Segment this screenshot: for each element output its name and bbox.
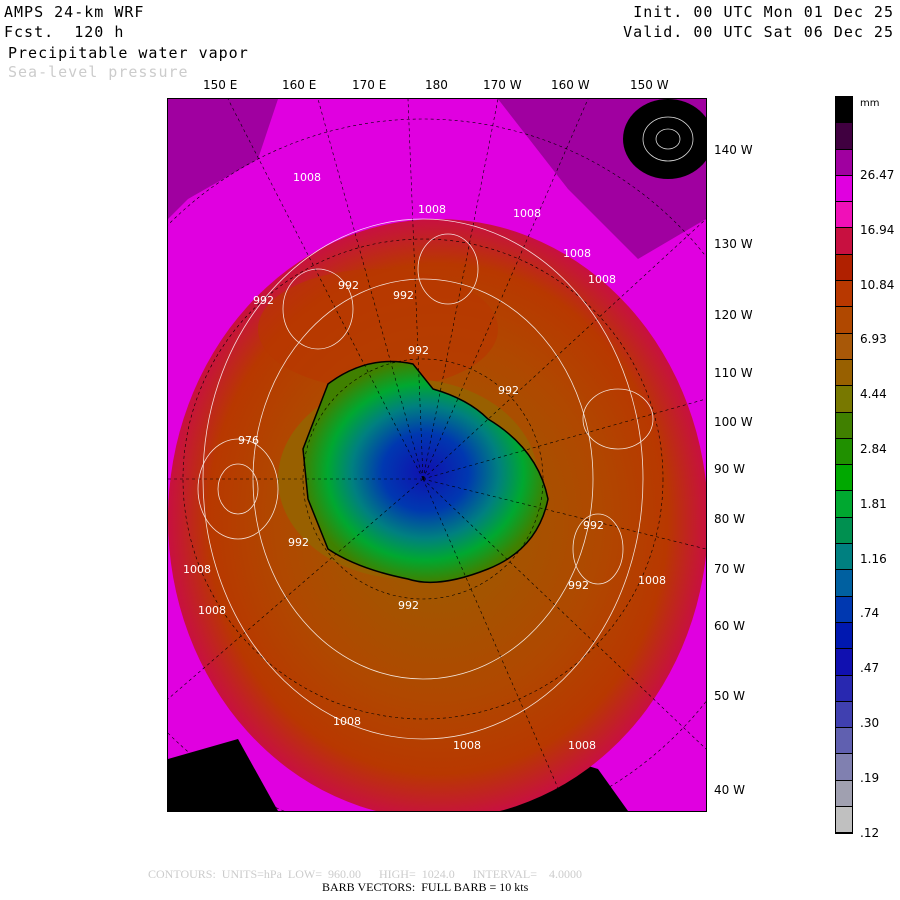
model-title: AMPS 24-km WRF	[4, 3, 145, 21]
isobar-label: 1008	[418, 203, 446, 216]
colorbar-swatch	[836, 412, 852, 439]
colorbar-label: .30	[860, 716, 880, 730]
colorbar-label: 16.94	[860, 222, 895, 237]
colorbar-label: .74	[860, 606, 880, 621]
longitude-label: 80 W	[714, 512, 745, 526]
colorbar-swatch	[836, 701, 852, 729]
isobar-label: 1008	[563, 247, 591, 260]
colorbar-swatch	[836, 622, 852, 650]
colorbar-swatch	[836, 675, 852, 702]
colorbar-swatch	[836, 728, 852, 755]
isobar-label: 992	[498, 384, 519, 397]
colorbar-label: 1.81	[860, 496, 887, 511]
isobar-label: 976	[238, 434, 259, 447]
isobar-label: 1008	[293, 171, 321, 184]
longitude-label: 60 W	[714, 619, 745, 633]
isobar-label: 992	[408, 344, 429, 357]
colorbar-label: 26.47	[860, 168, 895, 182]
isobar-label: 1008	[513, 207, 541, 220]
barb-info: BARB VECTORS: FULL BARB = 10 kts	[322, 880, 529, 894]
longitude-label: 110 W	[714, 366, 753, 380]
isobar-label: 1008	[333, 715, 361, 728]
isobar-label: 992	[583, 519, 604, 532]
init-time: Init. 00 UTC Mon 01 Dec 25	[633, 3, 894, 21]
colorbar-label: 10.84	[860, 277, 895, 292]
longitude-label: 50 W	[714, 689, 745, 703]
colorbar-label: .19	[860, 770, 880, 785]
colorbar-swatch	[836, 97, 852, 124]
colorbar-label: .47	[860, 661, 880, 676]
colorbar-swatch	[836, 149, 852, 176]
isobar-label: 992	[288, 536, 309, 549]
isobar-label: 1008	[638, 574, 666, 587]
longitude-label: 150 E	[203, 78, 238, 92]
colorbar-label: .12	[860, 825, 880, 840]
colorbar-swatch	[836, 228, 852, 255]
colorbar-swatch	[836, 544, 852, 571]
isobar-label: 992	[253, 294, 274, 307]
colorbar-swatch	[836, 649, 852, 676]
colorbar-label: 1.16	[860, 551, 887, 566]
longitude-label: 160 W	[551, 78, 590, 92]
colorbar-swatch	[836, 281, 852, 308]
longitude-label: 120 W	[714, 308, 753, 322]
longitude-label: 130 W	[714, 237, 753, 251]
overlay-title: Sea-level pressure	[8, 63, 189, 81]
forecast-hour: Fcst. 120 h	[4, 23, 125, 41]
colorbar-swatch	[836, 465, 852, 492]
isobar-label: 992	[338, 279, 359, 292]
longitude-label: 160 E	[282, 78, 317, 92]
colorbar-swatch	[836, 807, 852, 834]
colorbar-swatch	[836, 307, 852, 334]
colorbar-swatch	[836, 333, 852, 360]
pwv-map: 1008 1008 1008 1008 1008 992 992 992 992 992 976 99…	[167, 98, 707, 812]
isobar-label: 1008	[588, 273, 616, 286]
colorbar-swatch	[836, 123, 852, 150]
colorbar-swatch	[836, 754, 852, 781]
colorbar-swatch	[836, 386, 852, 413]
colorbar-swatch	[836, 491, 852, 518]
valid-time: Valid. 00 UTC Sat 06 Dec 25	[623, 23, 894, 41]
isobar-label: 992	[568, 579, 589, 592]
colorbar-swatch	[836, 202, 852, 229]
colorbar-label: 4.44	[860, 387, 887, 402]
colorbar	[835, 96, 853, 835]
colorbar-unit: mm	[860, 98, 880, 109]
colorbar-label: 6.93	[860, 332, 887, 347]
longitude-label: 150 W	[630, 78, 669, 92]
colorbar-label: 2.84	[860, 442, 887, 456]
colorbar-swatch	[836, 254, 852, 282]
longitude-label: 170 W	[483, 78, 522, 92]
longitude-label: 140 W	[714, 143, 753, 157]
isobar-label: 1008	[453, 739, 481, 752]
colorbar-swatch	[836, 570, 852, 597]
isobar-label: 1008	[568, 739, 596, 752]
colorbar-swatch	[836, 596, 852, 623]
isobar-label: 992	[393, 289, 414, 302]
longitude-label: 100 W	[714, 415, 753, 429]
longitude-label: 70 W	[714, 562, 745, 576]
field-title: Precipitable water vapor	[8, 44, 249, 62]
isobar-label: 1008	[198, 604, 226, 617]
colorbar-swatch	[836, 175, 852, 203]
colorbar-swatch	[836, 780, 852, 808]
isobar-label: 992	[398, 599, 419, 612]
longitude-label: 180	[425, 78, 448, 92]
colorbar-swatch	[836, 517, 852, 545]
longitude-label: 90 W	[714, 462, 745, 476]
colorbar-swatch	[836, 359, 852, 387]
longitude-label: 40 W	[714, 783, 745, 797]
colorbar-swatch	[836, 438, 852, 466]
longitude-label: 170 E	[352, 78, 387, 92]
isobar-label: 1008	[183, 563, 211, 576]
